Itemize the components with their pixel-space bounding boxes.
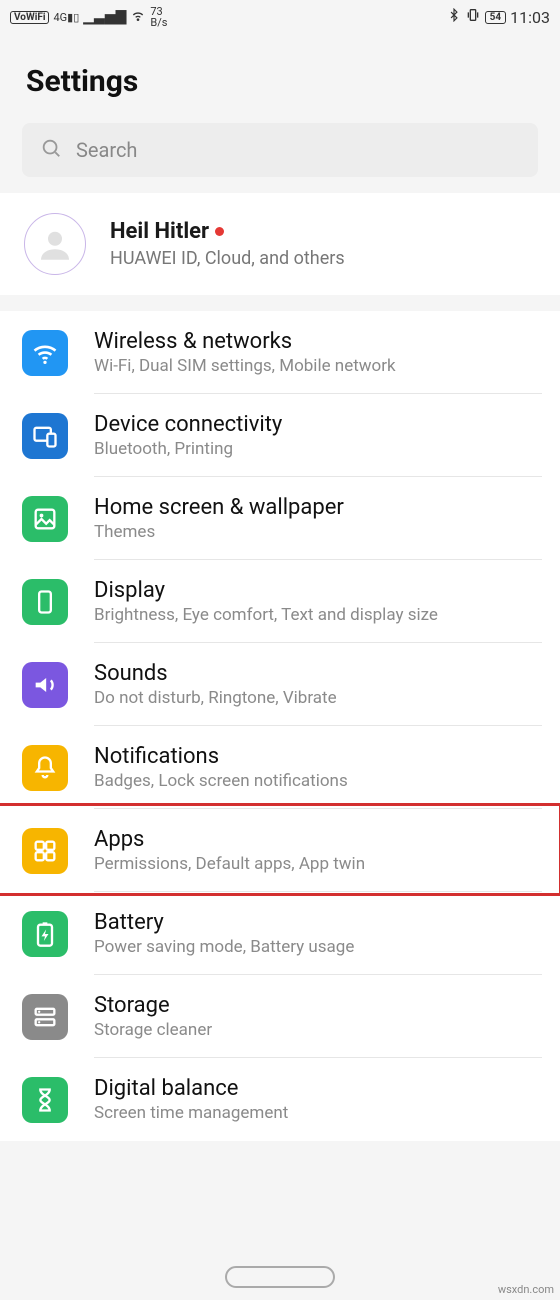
item-title: Display <box>94 578 542 603</box>
item-subtitle: Screen time management <box>94 1103 542 1123</box>
item-subtitle: Wi-Fi, Dual SIM settings, Mobile network <box>94 356 542 376</box>
search-icon <box>40 137 62 164</box>
nav-pill[interactable] <box>225 1266 335 1288</box>
settings-item-device-connectivity[interactable]: Device connectivityBluetooth, Printing <box>0 394 560 477</box>
item-subtitle: Badges, Lock screen notifications <box>94 771 542 791</box>
settings-item-digital-balance[interactable]: Digital balanceScreen time management <box>0 1058 560 1141</box>
signal-icon: 4G▮▯ <box>53 11 79 24</box>
apps-icon <box>22 828 68 874</box>
avatar <box>24 213 86 275</box>
settings-item-battery[interactable]: BatteryPower saving mode, Battery usage <box>0 892 560 975</box>
battery-indicator: 54 <box>485 11 506 24</box>
item-subtitle: Permissions, Default apps, App twin <box>94 854 542 874</box>
item-subtitle: Bluetooth, Printing <box>94 439 542 459</box>
net-speed: 73 B/s <box>150 6 167 28</box>
item-subtitle: Storage cleaner <box>94 1020 542 1040</box>
item-title: Battery <box>94 910 542 935</box>
status-bar: VoWiFi 4G▮▯ ▁▃▅▇ 73 B/s 54 11:03 <box>0 0 560 34</box>
wallpaper-icon <box>22 496 68 542</box>
bell-icon <box>22 745 68 791</box>
device-icon <box>22 413 68 459</box>
search-placeholder: Search <box>76 138 137 162</box>
search-input[interactable]: Search <box>22 123 538 177</box>
item-title: Home screen & wallpaper <box>94 495 542 520</box>
status-right: 54 11:03 <box>447 7 550 27</box>
bluetooth-icon <box>447 8 461 26</box>
wifi-icon <box>22 330 68 376</box>
settings-item-storage[interactable]: StorageStorage cleaner <box>0 975 560 1058</box>
account-row[interactable]: Heil Hitler HUAWEI ID, Cloud, and others <box>0 193 560 295</box>
item-title: Apps <box>94 827 542 852</box>
settings-item-wireless-networks[interactable]: Wireless & networksWi-Fi, Dual SIM setti… <box>0 311 560 394</box>
vowifi-badge: VoWiFi <box>10 11 49 24</box>
item-title: Notifications <box>94 744 542 769</box>
item-subtitle: Power saving mode, Battery usage <box>94 937 542 957</box>
account-subtitle: HUAWEI ID, Cloud, and others <box>110 248 536 269</box>
battery-icon <box>22 911 68 957</box>
item-subtitle: Themes <box>94 522 542 542</box>
sound-icon <box>22 662 68 708</box>
settings-item-display[interactable]: DisplayBrightness, Eye comfort, Text and… <box>0 560 560 643</box>
clock: 11:03 <box>510 8 550 27</box>
item-title: Storage <box>94 993 542 1018</box>
hourglass-icon <box>22 1077 68 1123</box>
item-subtitle: Do not disturb, Ringtone, Vibrate <box>94 688 542 708</box>
settings-item-sounds[interactable]: SoundsDo not disturb, Ringtone, Vibrate <box>0 643 560 726</box>
storage-icon <box>22 994 68 1040</box>
item-title: Sounds <box>94 661 542 686</box>
account-name: Heil Hitler <box>110 219 536 244</box>
item-title: Wireless & networks <box>94 329 542 354</box>
settings-item-apps[interactable]: AppsPermissions, Default apps, App twin <box>0 809 560 892</box>
status-left: VoWiFi 4G▮▯ ▁▃▅▇ 73 B/s <box>10 6 167 28</box>
item-title: Device connectivity <box>94 412 542 437</box>
display-icon <box>22 579 68 625</box>
item-title: Digital balance <box>94 1076 542 1101</box>
vibrate-icon <box>465 7 481 27</box>
settings-item-notifications[interactable]: NotificationsBadges, Lock screen notific… <box>0 726 560 809</box>
wifi-status-icon <box>130 7 146 27</box>
bars-icon: ▁▃▅▇ <box>83 9 126 25</box>
item-subtitle: Brightness, Eye comfort, Text and displa… <box>94 605 542 625</box>
page-title: Settings <box>0 34 560 123</box>
settings-item-home-screen-wallpaper[interactable]: Home screen & wallpaperThemes <box>0 477 560 560</box>
notification-dot <box>215 227 224 236</box>
watermark: wsxdn.com <box>498 1283 554 1296</box>
settings-list: Wireless & networksWi-Fi, Dual SIM setti… <box>0 311 560 1141</box>
